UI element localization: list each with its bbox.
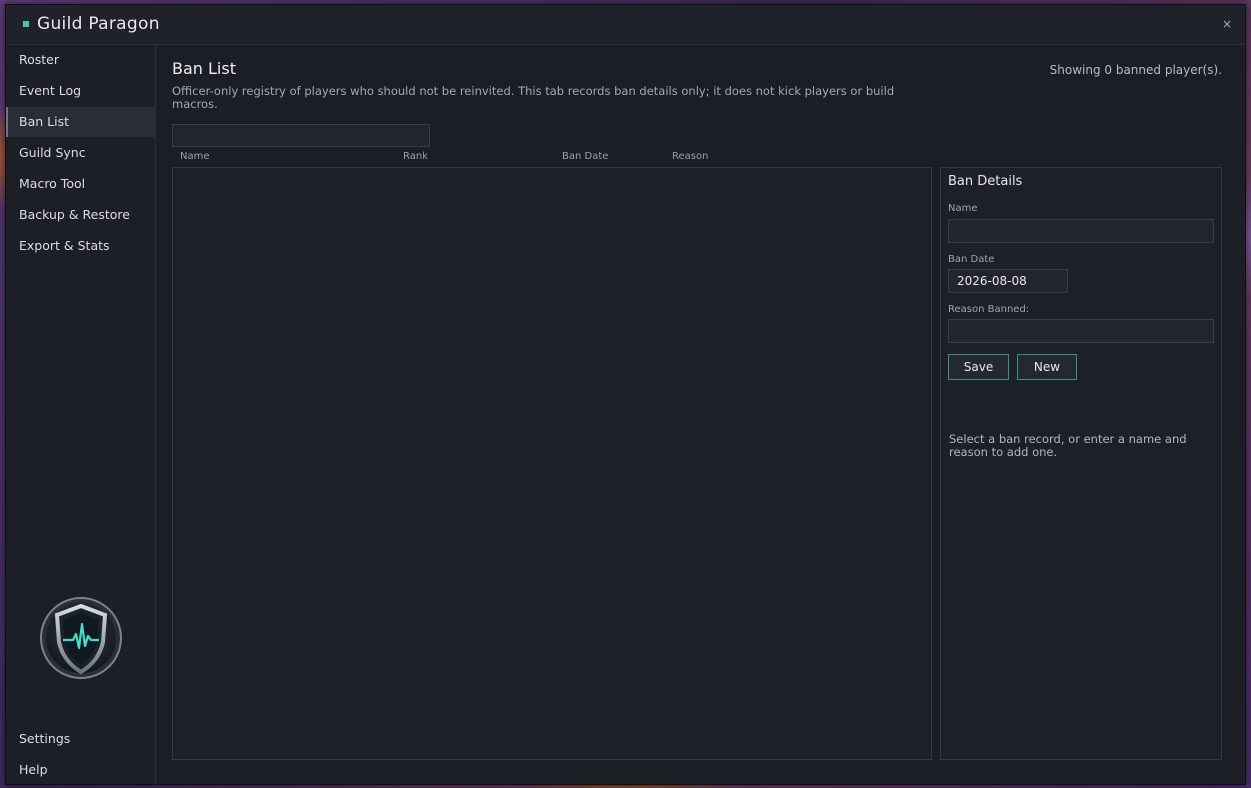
page-title: Ban List <box>172 59 236 78</box>
sidebar-item-roster[interactable]: Roster <box>6 45 155 75</box>
close-button[interactable]: × <box>1218 15 1236 33</box>
ban-date-field[interactable] <box>948 269 1068 293</box>
ban-date-label: Ban Date <box>948 254 995 265</box>
shield-heartbeat-icon <box>40 597 122 679</box>
column-header-name[interactable]: Name <box>180 151 210 162</box>
sidebar-item-export-stats[interactable]: Export & Stats <box>6 231 155 261</box>
main-content: Ban List Officer-only registry of player… <box>156 45 1245 784</box>
ban-details-panel: Ban Details Name Ban Date Reason Banned:… <box>940 167 1222 760</box>
sidebar-item-backup-restore[interactable]: Backup & Restore <box>6 200 155 230</box>
title-bar[interactable]: Guild Paragon × <box>6 5 1245 45</box>
name-label: Name <box>948 203 978 214</box>
ban-count-text: Showing 0 banned player(s). <box>1049 63 1222 77</box>
column-header-rank[interactable]: Rank <box>403 151 428 162</box>
search-input[interactable] <box>172 124 430 147</box>
sidebar-item-event-log[interactable]: Event Log <box>6 76 155 106</box>
new-button[interactable]: New <box>1017 354 1077 380</box>
sidebar-item-settings[interactable]: Settings <box>6 724 155 754</box>
sidebar-item-help[interactable]: Help <box>6 755 155 785</box>
name-field[interactable] <box>948 219 1214 243</box>
details-title: Ban Details <box>948 174 1023 189</box>
app-window: Guild Paragon × Roster Event Log Ban Lis… <box>5 4 1246 785</box>
page-description: Officer-only registry of players who sho… <box>172 84 895 111</box>
sidebar: Roster Event Log Ban List Guild Sync Mac… <box>6 45 156 784</box>
ban-list-table[interactable] <box>172 167 932 760</box>
reason-field[interactable] <box>948 319 1214 343</box>
app-status-icon <box>23 21 29 27</box>
window-title: Guild Paragon <box>37 14 160 34</box>
save-button[interactable]: Save <box>948 354 1009 380</box>
sidebar-item-ban-list[interactable]: Ban List <box>6 107 155 137</box>
column-header-reason[interactable]: Reason <box>672 151 708 162</box>
column-header-ban-date[interactable]: Ban Date <box>562 151 608 162</box>
reason-label: Reason Banned: <box>948 304 1030 315</box>
details-hint: Select a ban record, or enter a name and… <box>949 432 1187 459</box>
sidebar-item-guild-sync[interactable]: Guild Sync <box>6 138 155 168</box>
sidebar-item-macro-tool[interactable]: Macro Tool <box>6 169 155 199</box>
